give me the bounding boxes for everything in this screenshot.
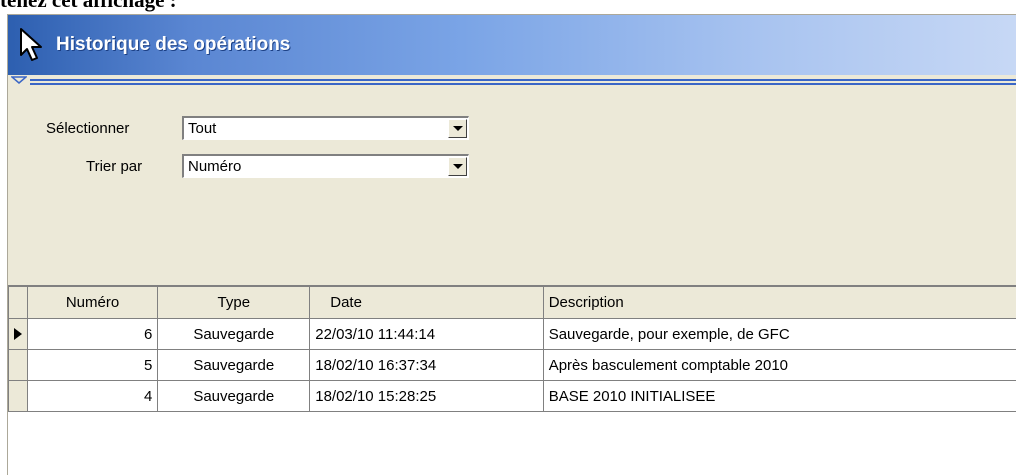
table-row[interactable]: 4 Sauvegarde 18/02/10 15:28:25 BASE 2010… [9, 381, 1016, 412]
select-label: Sélectionner [46, 120, 129, 137]
column-header-type[interactable]: Type [158, 287, 310, 319]
row-selector[interactable] [9, 381, 28, 412]
table-row[interactable]: 6 Sauvegarde 22/03/10 11:44:14 Sauvegard… [9, 319, 1016, 350]
table-header-row: Numéro Type Date Description [9, 287, 1016, 319]
sort-label: Trier par [86, 158, 142, 175]
select-combobox[interactable]: Tout [182, 116, 469, 140]
select-dropdown-button[interactable] [448, 119, 467, 138]
sort-value: Numéro [188, 158, 241, 175]
splitter-line [30, 79, 1016, 81]
select-value: Tout [188, 120, 216, 137]
operations-table: Numéro Type Date Description 6 Sauvegard… [8, 286, 1016, 412]
chevron-down-icon [453, 164, 463, 170]
cell-date[interactable]: 18/02/10 16:37:34 [310, 350, 543, 381]
table-row[interactable]: 5 Sauvegarde 18/02/10 16:37:34 Après bas… [9, 350, 1016, 381]
cell-date[interactable]: 18/02/10 15:28:25 [310, 381, 543, 412]
title-bar[interactable]: Historique des opérations [8, 15, 1016, 75]
collapse-arrow-icon[interactable] [11, 76, 27, 84]
cell-date[interactable]: 22/03/10 11:44:14 [310, 319, 543, 350]
column-header-date[interactable]: Date [310, 287, 543, 319]
cell-description[interactable]: BASE 2010 INITIALISEE [543, 381, 1016, 412]
row-selector[interactable] [9, 319, 28, 350]
chevron-down-icon [453, 126, 463, 132]
header-corner[interactable] [9, 287, 28, 319]
history-window: Historique des opérations Sélectionner T… [7, 14, 1016, 475]
cell-description[interactable]: Après basculement comptable 2010 [543, 350, 1016, 381]
panel-splitter[interactable] [8, 75, 1016, 93]
cell-description[interactable]: Sauvegarde, pour exemple, de GFC [543, 319, 1016, 350]
operations-grid[interactable]: Numéro Type Date Description 6 Sauvegard… [8, 285, 1016, 475]
cell-numero[interactable]: 6 [27, 319, 158, 350]
window-title: Historique des opérations [56, 34, 290, 56]
cell-numero[interactable]: 4 [27, 381, 158, 412]
sort-dropdown-button[interactable] [448, 157, 467, 176]
row-selector[interactable] [9, 350, 28, 381]
document-heading-text: tenez cet affichage : [0, 0, 177, 14]
splitter-line [30, 83, 1016, 85]
column-header-numero[interactable]: Numéro [27, 287, 158, 319]
cell-numero[interactable]: 5 [27, 350, 158, 381]
sort-combobox[interactable]: Numéro [182, 154, 469, 178]
cell-type[interactable]: Sauvegarde [158, 381, 310, 412]
cell-type[interactable]: Sauvegarde [158, 350, 310, 381]
mouse-pointer-icon [18, 27, 48, 63]
current-row-arrow-icon [14, 328, 22, 340]
cell-type[interactable]: Sauvegarde [158, 319, 310, 350]
column-header-description[interactable]: Description [543, 287, 1016, 319]
